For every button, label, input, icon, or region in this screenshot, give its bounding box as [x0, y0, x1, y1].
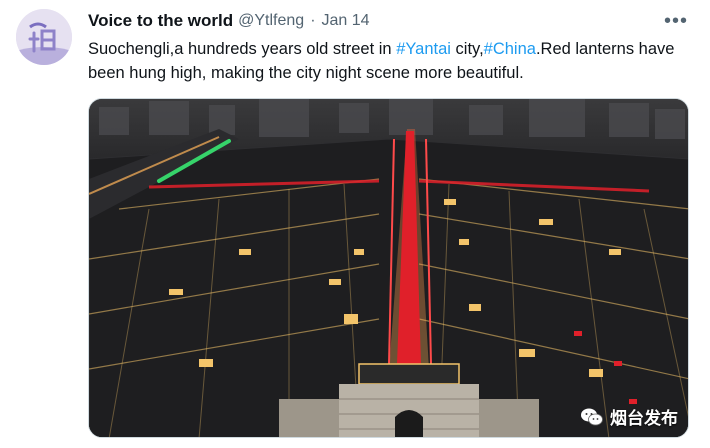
author-name[interactable]: Voice to the world — [88, 11, 233, 31]
night-street-photo — [89, 99, 688, 437]
author-handle[interactable]: @Ytlfeng — [238, 12, 304, 30]
wechat-icon — [581, 408, 603, 425]
tweet-media-photo[interactable]: 烟台发布 — [88, 98, 689, 438]
avatar-image — [16, 9, 72, 65]
tweet-text-segment: Suochengli,a hundreds years old street i… — [88, 40, 397, 58]
hashtag-china[interactable]: #China — [484, 40, 536, 58]
tweet-text-segment: city, — [450, 40, 484, 58]
hashtag-yantai[interactable]: #Yantai — [396, 40, 451, 58]
tweet-text: Suochengli,a hundreds years old street i… — [88, 37, 700, 85]
tweet-header: Voice to the world @Ytlfeng · Jan 14 ••• — [88, 10, 694, 32]
media-watermark: 烟台发布 — [580, 404, 678, 429]
separator-dot: · — [310, 12, 316, 29]
more-options-icon[interactable]: ••• — [662, 8, 690, 34]
avatar[interactable] — [16, 9, 72, 65]
tweet-date[interactable]: Jan 14 — [322, 12, 370, 30]
watermark-text: 烟台发布 — [610, 409, 678, 428]
